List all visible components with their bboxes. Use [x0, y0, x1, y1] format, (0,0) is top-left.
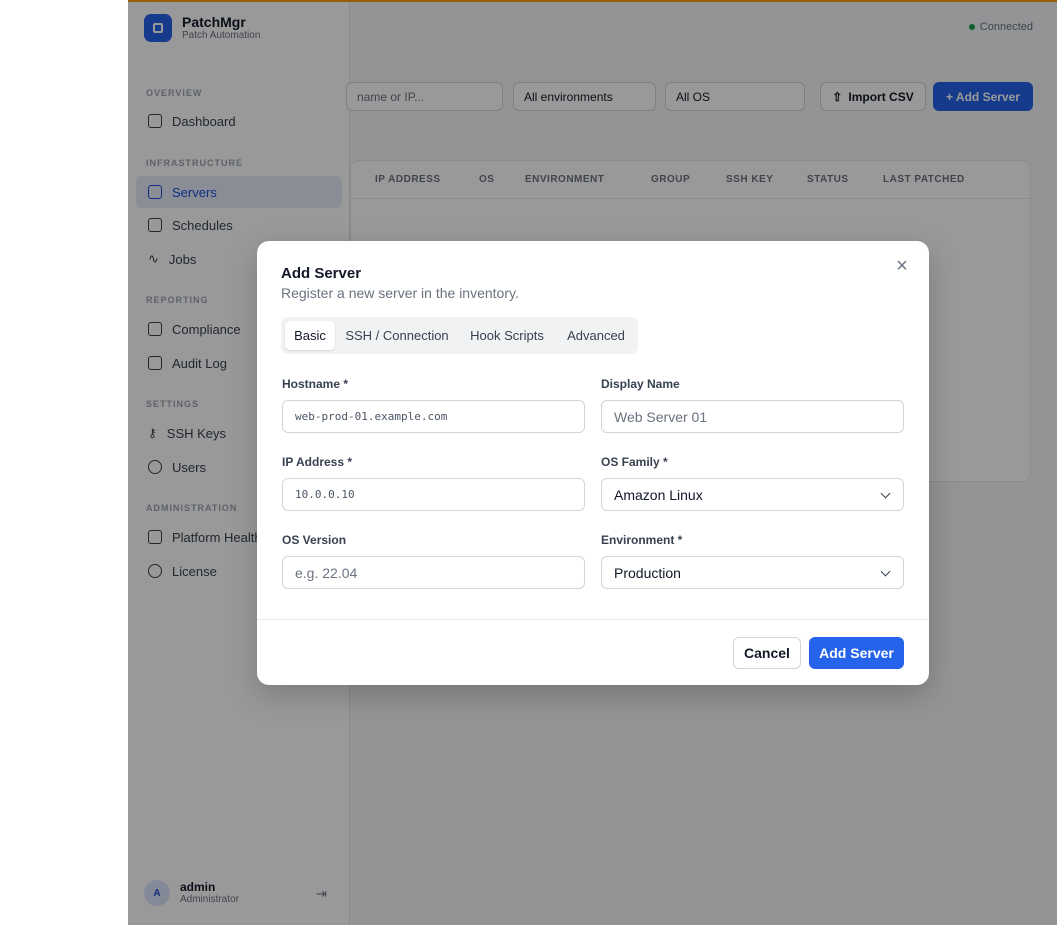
dialog-title: Add Server	[281, 265, 362, 282]
display-name-field[interactable]	[601, 400, 904, 433]
dialog-subtitle: Register a new server in the inventory.	[281, 285, 519, 301]
tab-advanced[interactable]: Advanced	[559, 321, 633, 350]
dialog-divider	[257, 619, 929, 620]
environment-value: Production	[614, 564, 681, 581]
os-family-value: Amazon Linux	[614, 486, 703, 503]
chevron-down-icon	[880, 488, 891, 499]
display-name-label: Display Name	[601, 377, 680, 391]
chevron-down-icon	[880, 566, 891, 577]
os-version-field[interactable]	[282, 556, 585, 589]
environment-select[interactable]: Production	[601, 556, 904, 589]
dialog-tabs: Basic SSH / Connection Hook Scripts Adva…	[281, 317, 638, 354]
cancel-button[interactable]: Cancel	[733, 637, 801, 669]
ip-address-field[interactable]	[282, 478, 585, 511]
environment-label: Environment *	[601, 533, 683, 547]
os-family-label: OS Family *	[601, 455, 668, 469]
os-version-label: OS Version	[282, 533, 347, 547]
add-server-dialog: Add Server Register a new server in the …	[257, 241, 929, 685]
tab-hook-scripts[interactable]: Hook Scripts	[459, 321, 555, 350]
hostname-label: Hostname *	[282, 377, 349, 391]
tab-ssh-connection[interactable]: SSH / Connection	[341, 321, 453, 350]
tab-basic[interactable]: Basic	[285, 321, 335, 350]
add-server-submit-button[interactable]: Add Server	[809, 637, 904, 669]
close-icon[interactable]: ×	[891, 255, 913, 277]
hostname-field[interactable]	[282, 400, 585, 433]
os-family-select[interactable]: Amazon Linux	[601, 478, 904, 511]
ip-address-label: IP Address *	[282, 455, 353, 469]
